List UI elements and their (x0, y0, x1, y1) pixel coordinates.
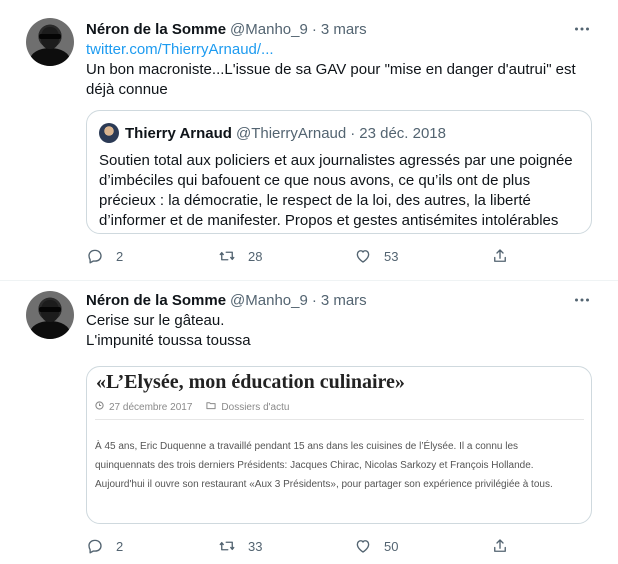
quote-author-handle: @ThierryArnaud (235, 124, 347, 142)
more-icon[interactable] (572, 19, 592, 39)
like-count: 53 (384, 248, 399, 264)
share-icon (494, 249, 506, 262)
like-icon (356, 250, 370, 263)
reply-count: 2 (116, 538, 124, 554)
author-handle[interactable]: @Manho_9 (230, 21, 308, 38)
like-count: 50 (384, 538, 399, 554)
card-title: «L’Elysée, mon éducation culinaire» (96, 371, 405, 393)
reply-icon (88, 249, 102, 264)
card-category-item: Dossiers d'actu (206, 401, 289, 413)
author-name[interactable]: Néron de la Somme (86, 21, 226, 38)
avatar[interactable] (26, 18, 74, 66)
card-date: 27 décembre 2017 (109, 401, 193, 413)
like-button[interactable]: 53 (354, 244, 398, 268)
separator-dot: · (350, 124, 356, 142)
reply-button[interactable]: 2 (86, 534, 126, 558)
tweet-line: Cerise sur le gâteau. (86, 312, 225, 329)
tweet-header: Néron de la Somme @Manho_9 · 3 mars (86, 290, 367, 310)
quote-text: Soutien total aux policiers et aux journ… (99, 152, 573, 229)
reply-button[interactable]: 2 (86, 244, 126, 268)
tweet-actions: 2 33 50 (86, 534, 516, 558)
retweet-icon (219, 541, 235, 551)
like-button[interactable]: 50 (354, 534, 398, 558)
tweet-date[interactable]: 3 mars (321, 21, 367, 38)
tweet-link[interactable]: twitter.com/ThierryArnaud/... (86, 40, 598, 60)
share-icon (494, 539, 506, 552)
folder-icon (206, 401, 216, 413)
tweet[interactable]: Néron de la Somme @Manho_9 · 3 mars Ceri… (0, 281, 618, 564)
author-handle[interactable]: @Manho_9 (230, 292, 308, 309)
reply-count: 2 (116, 248, 124, 264)
like-icon (356, 540, 370, 553)
tweet-text: twitter.com/ThierryArnaud/... Un bon mac… (86, 40, 598, 100)
clock-icon (95, 401, 104, 413)
tweet-header: Néron de la Somme @Manho_9 · 3 mars (86, 19, 367, 39)
separator-dot: · (311, 291, 317, 309)
more-icon[interactable] (572, 290, 592, 310)
retweet-count: 33 (248, 538, 263, 554)
quote-header: Thierry Arnaud @ThierryArnaud · 23 déc. … (125, 123, 446, 143)
retweet-button[interactable]: 28 (218, 244, 262, 268)
tweet[interactable]: Néron de la Somme @Manho_9 · 3 mars twit… (0, 0, 618, 280)
share-button[interactable] (491, 534, 521, 558)
avatar[interactable] (26, 291, 74, 339)
card-separator (95, 419, 584, 420)
retweet-count: 28 (248, 248, 263, 264)
tweet-text: Cerise sur le gâteau. L'impunité toussa … (86, 311, 598, 351)
quote-date: 23 déc. 2018 (359, 124, 446, 142)
quoted-tweet[interactable]: Thierry Arnaud @ThierryArnaud · 23 déc. … (86, 110, 592, 234)
share-button[interactable] (491, 244, 521, 268)
card-date-item: 27 décembre 2017 (95, 401, 192, 413)
tweet-actions: 2 28 53 (86, 244, 516, 268)
card-body: À 45 ans, Eric Duquenne a travaillé pend… (95, 441, 553, 490)
quote-avatar (99, 123, 119, 143)
quote-author-name: Thierry Arnaud (125, 124, 232, 142)
retweet-icon (219, 251, 235, 261)
tweet-line: L'impunité toussa toussa (86, 332, 251, 349)
card-meta: 27 décembre 2017 Dossiers d'actu (95, 401, 303, 413)
tweet-body: Un bon macroniste...L'issue de sa GAV po… (86, 61, 576, 98)
retweet-button[interactable]: 33 (218, 534, 262, 558)
link-card[interactable]: «L’Elysée, mon éducation culinaire» 27 d… (86, 366, 592, 524)
card-category: Dossiers d'actu (221, 401, 290, 413)
reply-icon (88, 539, 102, 554)
author-name[interactable]: Néron de la Somme (86, 292, 226, 309)
tweet-date[interactable]: 3 mars (321, 292, 367, 309)
separator-dot: · (311, 20, 317, 38)
